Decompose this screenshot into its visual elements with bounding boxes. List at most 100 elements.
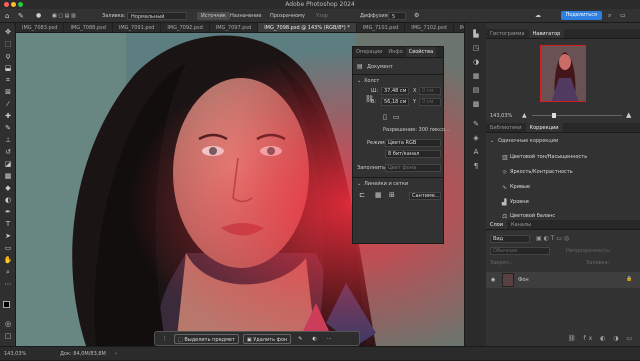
frame-tool-icon[interactable]: ⊠ bbox=[3, 87, 13, 97]
width-input[interactable]: 37,48 см bbox=[381, 87, 409, 95]
adjustment-color-balance[interactable]: ⚖ Цветовой баланс bbox=[502, 213, 555, 220]
tab-properties[interactable]: Свойства bbox=[405, 47, 437, 57]
tab-navigator[interactable]: Навигатор bbox=[528, 29, 565, 38]
x-input[interactable]: 0 см bbox=[419, 87, 441, 95]
fill-select[interactable]: Цвет фона bbox=[385, 164, 441, 172]
healing-brush-icon[interactable]: ✎ bbox=[18, 12, 24, 20]
source-button[interactable]: Источник bbox=[197, 12, 230, 20]
tab-histogram[interactable]: Гистограмма bbox=[486, 29, 529, 38]
chevron-down-icon[interactable]: ⌄ bbox=[357, 78, 361, 84]
search-icon[interactable]: ⌕ bbox=[608, 12, 611, 20]
more-options-icon[interactable]: ⋯ bbox=[324, 334, 335, 344]
more-tools-icon[interactable]: ⋯ bbox=[3, 279, 13, 289]
close-window-button[interactable] bbox=[4, 2, 9, 7]
minimize-window-button[interactable] bbox=[11, 2, 16, 7]
pattern-button[interactable]: Узор bbox=[316, 12, 328, 20]
gradient-icon[interactable]: ▤ bbox=[471, 85, 481, 95]
destination-button[interactable]: Назначение bbox=[230, 12, 261, 20]
bit-depth-select[interactable]: 8 бит/канал bbox=[385, 150, 441, 158]
transparent-checkbox-label[interactable]: Прозрачному bbox=[270, 12, 305, 20]
doc-tab[interactable]: IMG_7097.psd bbox=[210, 23, 259, 32]
diffusion-select[interactable]: 5 bbox=[388, 12, 406, 20]
drag-handle-icon[interactable]: ⋮ bbox=[159, 334, 170, 344]
share-button[interactable]: Поделиться bbox=[560, 11, 602, 20]
doc-tab[interactable]: IMG_7101.psd bbox=[357, 23, 406, 32]
remove-bg-button[interactable]: ▣ Удалить фон bbox=[242, 333, 292, 344]
swatches-icon[interactable]: ▦ bbox=[471, 71, 481, 81]
gradient-tool-icon[interactable]: ▦ bbox=[3, 171, 13, 181]
eraser-tool-icon[interactable]: ◪ bbox=[3, 159, 13, 169]
tab-libraries[interactable]: Библиотеки bbox=[486, 123, 526, 132]
zoom-tool-icon[interactable]: ⌕ bbox=[3, 267, 13, 277]
stamp-tool-icon[interactable]: ⊥ bbox=[3, 135, 13, 145]
tab-layers[interactable]: Слои bbox=[486, 220, 507, 229]
paragraph-icon[interactable]: ¶ bbox=[471, 161, 481, 171]
pen-tool-icon[interactable]: ✒ bbox=[3, 207, 13, 217]
color-icon[interactable]: ◑ bbox=[471, 57, 481, 67]
zoom-slider[interactable] bbox=[532, 115, 622, 116]
path-select-icon[interactable]: ➤ bbox=[3, 231, 13, 241]
shape-tool-icon[interactable]: ▭ bbox=[3, 243, 13, 253]
adjustment-hue-saturation[interactable]: ▥ Цветовой тон/Насыщенность bbox=[502, 154, 587, 161]
zoom-in-icon[interactable]: ▲ bbox=[626, 111, 631, 119]
grid-icon[interactable]: ▦ bbox=[375, 191, 382, 199]
zoom-out-icon[interactable]: ▲ bbox=[522, 112, 527, 119]
histogram-icon[interactable]: ▙ bbox=[471, 29, 481, 39]
brushes-icon[interactable]: ✎ bbox=[471, 119, 481, 129]
patterns-icon[interactable]: ▩ bbox=[471, 99, 481, 109]
lasso-tool-icon[interactable]: ϙ bbox=[3, 51, 13, 61]
orientation-portrait-icon[interactable]: ▯ bbox=[383, 113, 387, 121]
doc-tab[interactable]: IMG_7083.psd bbox=[16, 23, 65, 32]
styles-icon[interactable]: ◈ bbox=[471, 133, 481, 143]
chevron-down-icon[interactable]: ⌄ bbox=[357, 181, 361, 187]
mode-icons[interactable]: ▣ ▢ ▤ ▥ bbox=[52, 12, 76, 20]
settings-icon[interactable]: ⚙ bbox=[414, 12, 419, 20]
doc-tab-active[interactable]: IMG_7098.psd @ 143% (RGB/8*) * bbox=[258, 23, 357, 32]
fill-select[interactable]: Нормальный bbox=[127, 12, 187, 20]
doc-tab[interactable]: IMG_7102.psd bbox=[405, 23, 454, 32]
ruler-icon[interactable]: ⊏ bbox=[359, 191, 365, 199]
orientation-landscape-icon[interactable]: ▭ bbox=[393, 113, 400, 121]
blur-tool-icon[interactable]: ◆ bbox=[3, 183, 13, 193]
screen-mode-icon[interactable]: ▢ bbox=[3, 331, 13, 341]
crop-tool-icon[interactable]: ⌗ bbox=[3, 75, 13, 85]
layer-filter-select[interactable]: Вид bbox=[490, 235, 530, 243]
navigator-icon[interactable]: ◳ bbox=[471, 43, 481, 53]
navigator-thumbnail[interactable] bbox=[540, 45, 586, 102]
zoom-slider-handle[interactable] bbox=[552, 113, 556, 118]
brush-icon[interactable]: ✎ bbox=[295, 334, 305, 344]
contrast-icon[interactable]: ◐ bbox=[309, 334, 319, 344]
history-brush-icon[interactable]: ↺ bbox=[3, 147, 13, 157]
home-icon[interactable]: ⌂ bbox=[5, 12, 9, 20]
quick-mask-icon[interactable]: ◎ bbox=[3, 319, 13, 329]
layer-actions-icons[interactable]: ⛓ fx ◐ ◑ ▭ ＋ 🗑 bbox=[568, 333, 640, 342]
hand-tool-icon[interactable]: ✋ bbox=[3, 255, 13, 265]
tab-actions[interactable]: Операции bbox=[353, 47, 385, 57]
chevron-right-icon[interactable]: › bbox=[115, 347, 117, 361]
layer-filter-icons[interactable]: ▣ ◐ T ▭ ◎ bbox=[536, 235, 569, 242]
marquee-tool-icon[interactable]: ⬚ bbox=[3, 39, 13, 49]
workspace-icon[interactable]: ▭ bbox=[620, 12, 626, 20]
object-select-icon[interactable]: ⬓ bbox=[3, 63, 13, 73]
height-input[interactable]: 56,18 см bbox=[381, 98, 409, 106]
guides-icon[interactable]: ⊞ bbox=[389, 191, 395, 199]
navigator-zoom-value[interactable]: 143,03% bbox=[490, 113, 512, 119]
adjustment-levels[interactable]: ▟ Уровни bbox=[502, 199, 529, 206]
brush-size-icon[interactable]: ● bbox=[36, 12, 41, 20]
y-input[interactable]: 0 см bbox=[419, 98, 441, 106]
move-tool-icon[interactable]: ✥ bbox=[3, 27, 13, 37]
select-subject-button[interactable]: ⬚ Выделить предмет bbox=[174, 333, 239, 344]
chevron-down-icon[interactable]: ⌄ bbox=[490, 138, 494, 144]
character-icon[interactable]: A bbox=[471, 147, 481, 157]
status-zoom[interactable]: 143,03% bbox=[4, 347, 26, 361]
visibility-eye-icon[interactable]: ◉ bbox=[491, 277, 495, 283]
adjustment-brightness-contrast[interactable]: ☼ Яркость/Контрастность bbox=[502, 169, 573, 176]
doc-tab[interactable]: IMG_7092.psd bbox=[161, 23, 210, 32]
doc-tab[interactable]: IMG_7103.ps bbox=[454, 23, 464, 32]
healing-tool-icon[interactable]: ✚ bbox=[3, 111, 13, 121]
units-select[interactable]: Сантиме... bbox=[409, 192, 441, 200]
foreground-color-swatch[interactable] bbox=[3, 301, 10, 308]
brush-tool-icon[interactable]: ✎ bbox=[3, 123, 13, 133]
layer-row[interactable]: ◉ Фон 🔒 bbox=[486, 272, 640, 288]
doc-tab[interactable]: IMG_7091.psd bbox=[113, 23, 162, 32]
